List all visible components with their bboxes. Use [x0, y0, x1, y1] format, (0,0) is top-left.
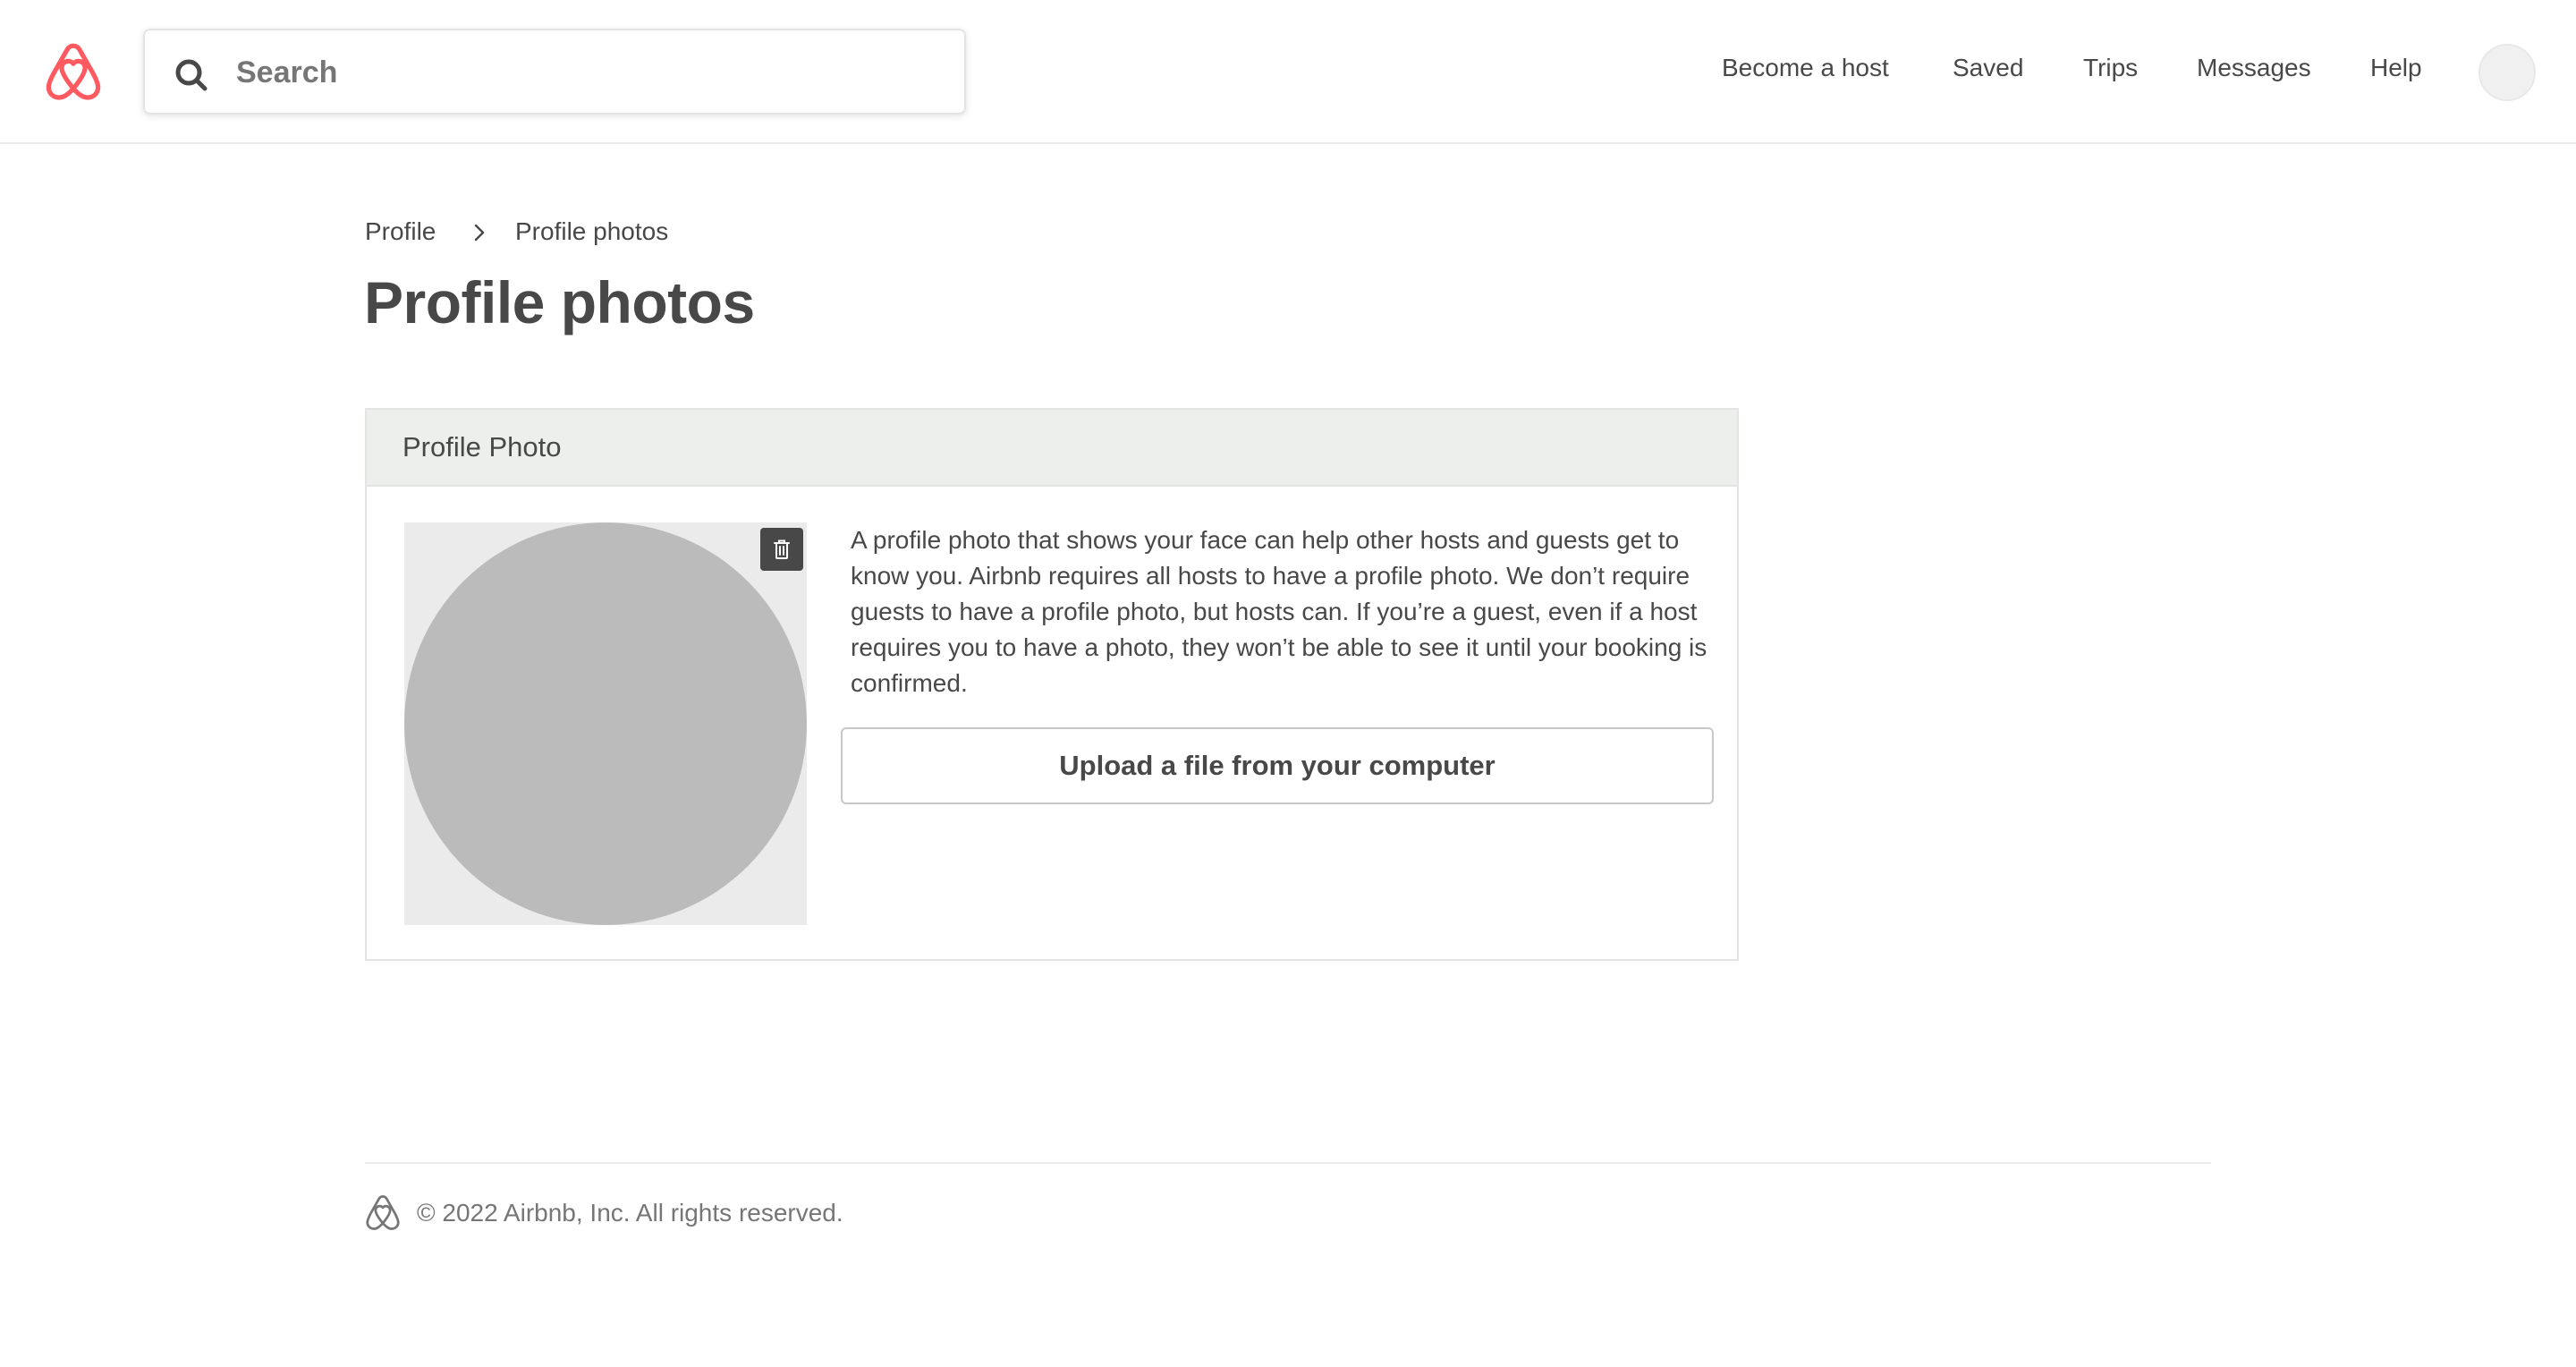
footer-divider: [365, 1162, 2211, 1164]
profile-photo-placeholder: [404, 522, 807, 925]
chevron-right-icon: [470, 221, 488, 242]
user-avatar[interactable]: [2479, 44, 2536, 101]
profile-photo-panel: Profile Photo A profile photo that shows…: [365, 408, 1739, 961]
delete-photo-button[interactable]: [760, 528, 803, 571]
airbnb-footer-logo-icon: [365, 1194, 401, 1232]
search-input[interactable]: [236, 47, 943, 98]
breadcrumb-current: Profile photos: [515, 217, 669, 245]
panel-header: Profile Photo: [367, 410, 1737, 487]
nav-trips[interactable]: Trips: [2083, 54, 2138, 82]
panel-heading: Profile Photo: [402, 431, 562, 463]
profile-photo-description: A profile photo that shows your face can…: [851, 526, 1707, 697]
airbnb-logo-icon[interactable]: [45, 43, 102, 102]
nav-saved[interactable]: Saved: [1953, 54, 2023, 82]
top-header: Become a host Saved Trips Messages Help: [0, 0, 2576, 144]
profile-photo-preview: [404, 522, 807, 925]
upload-file-button[interactable]: Upload a file from your computer: [841, 727, 1714, 804]
footer-copyright: © 2022 Airbnb, Inc. All rights reserved.: [417, 1199, 843, 1227]
breadcrumb-profile-link[interactable]: Profile: [365, 217, 436, 246]
trash-icon: [774, 539, 790, 559]
nav-become-a-host[interactable]: Become a host: [1722, 54, 1889, 82]
page-title: Profile photos: [364, 269, 755, 335]
nav-messages[interactable]: Messages: [2197, 54, 2311, 82]
search-bar[interactable]: [143, 29, 966, 115]
nav-help[interactable]: Help: [2370, 54, 2422, 82]
search-icon: [174, 57, 209, 93]
